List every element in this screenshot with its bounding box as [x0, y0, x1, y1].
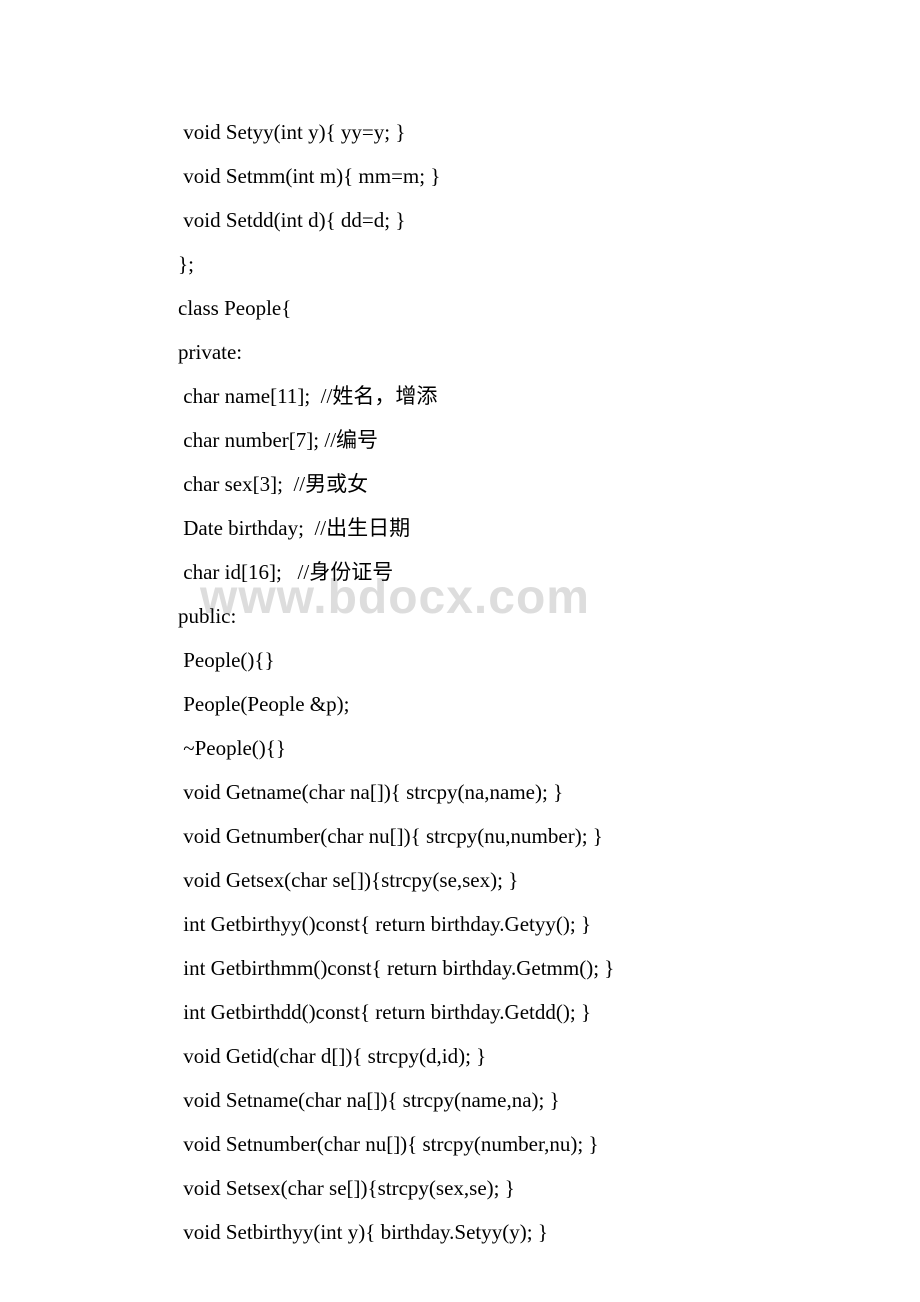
code-line: int Getbirthdd()const{ return birthday.G…: [178, 990, 920, 1034]
code-line: int Getbirthmm()const{ return birthday.G…: [178, 946, 920, 990]
document-page: www.bdocx.com void Setyy(int y){ yy=y; }…: [0, 0, 920, 1254]
code-line: People(People &p);: [178, 682, 920, 726]
code-line: void Setname(char na[]){ strcpy(name,na)…: [178, 1078, 920, 1122]
code-line: int Getbirthyy()const{ return birthday.G…: [178, 902, 920, 946]
code-line: char sex[3]; //男或女: [178, 462, 920, 506]
code-line: void Setmm(int m){ mm=m; }: [178, 154, 920, 198]
code-line: char name[11]; //姓名，增添: [178, 374, 920, 418]
code-line: ~People(){}: [178, 726, 920, 770]
code-line: void Getnumber(char nu[]){ strcpy(nu,num…: [178, 814, 920, 858]
code-line: People(){}: [178, 638, 920, 682]
code-line: Date birthday; //出生日期: [178, 506, 920, 550]
code-line: void Setsex(char se[]){strcpy(sex,se); }: [178, 1166, 920, 1210]
code-line: void Setyy(int y){ yy=y; }: [178, 110, 920, 154]
code-line: void Getsex(char se[]){strcpy(se,sex); }: [178, 858, 920, 902]
code-line: public:: [178, 594, 920, 638]
code-line: void Setbirthyy(int y){ birthday.Setyy(y…: [178, 1210, 920, 1254]
code-line: };: [178, 242, 920, 286]
code-line: char number[7]; //编号: [178, 418, 920, 462]
code-line: void Setdd(int d){ dd=d; }: [178, 198, 920, 242]
code-line: void Getname(char na[]){ strcpy(na,name)…: [178, 770, 920, 814]
code-line: private:: [178, 330, 920, 374]
code-content: void Setyy(int y){ yy=y; } void Setmm(in…: [178, 110, 920, 1254]
code-line: void Setnumber(char nu[]){ strcpy(number…: [178, 1122, 920, 1166]
code-line: void Getid(char d[]){ strcpy(d,id); }: [178, 1034, 920, 1078]
code-line: char id[16]; //身份证号: [178, 550, 920, 594]
code-line: class People{: [178, 286, 920, 330]
